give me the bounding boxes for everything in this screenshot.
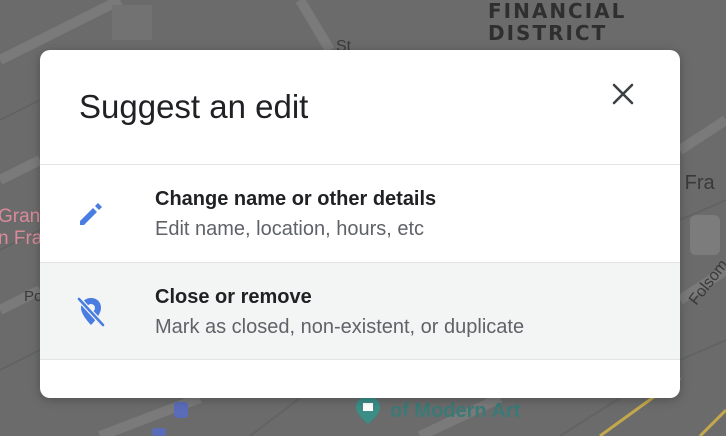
option-subtitle: Mark as closed, non-existent, or duplica… [155, 316, 525, 338]
district-label-line1: FINANCIAL [488, 0, 627, 23]
option-icon-wrapper [74, 197, 108, 231]
pencil-icon [80, 203, 102, 225]
district-label: FINANCIAL DISTRICT [488, 0, 626, 44]
location-off-icon [77, 297, 105, 327]
transit-icon[interactable] [174, 402, 188, 418]
close-icon [612, 83, 634, 105]
option-icon-wrapper [74, 295, 108, 329]
transit-icon-2[interactable] [152, 428, 166, 436]
option-change-details[interactable]: Change name or other details Edit name, … [40, 165, 680, 262]
museum-pin-icon[interactable] [356, 396, 380, 424]
district-label-line2: DISTRICT [488, 21, 608, 45]
divider-bottom [40, 359, 680, 360]
close-button[interactable] [603, 74, 643, 114]
option-title: Change name or other details [155, 188, 437, 210]
dialog-title: Suggest an edit [79, 88, 309, 125]
suggest-edit-dialog: Suggest an edit Change name or other det… [40, 50, 680, 398]
option-title: Close or remove [155, 286, 312, 308]
option-close-remove[interactable]: Close or remove Mark as closed, non-exis… [40, 263, 680, 360]
museum-label[interactable]: of Modern Art [390, 400, 520, 423]
option-subtitle: Edit name, location, hours, etc [155, 218, 425, 240]
